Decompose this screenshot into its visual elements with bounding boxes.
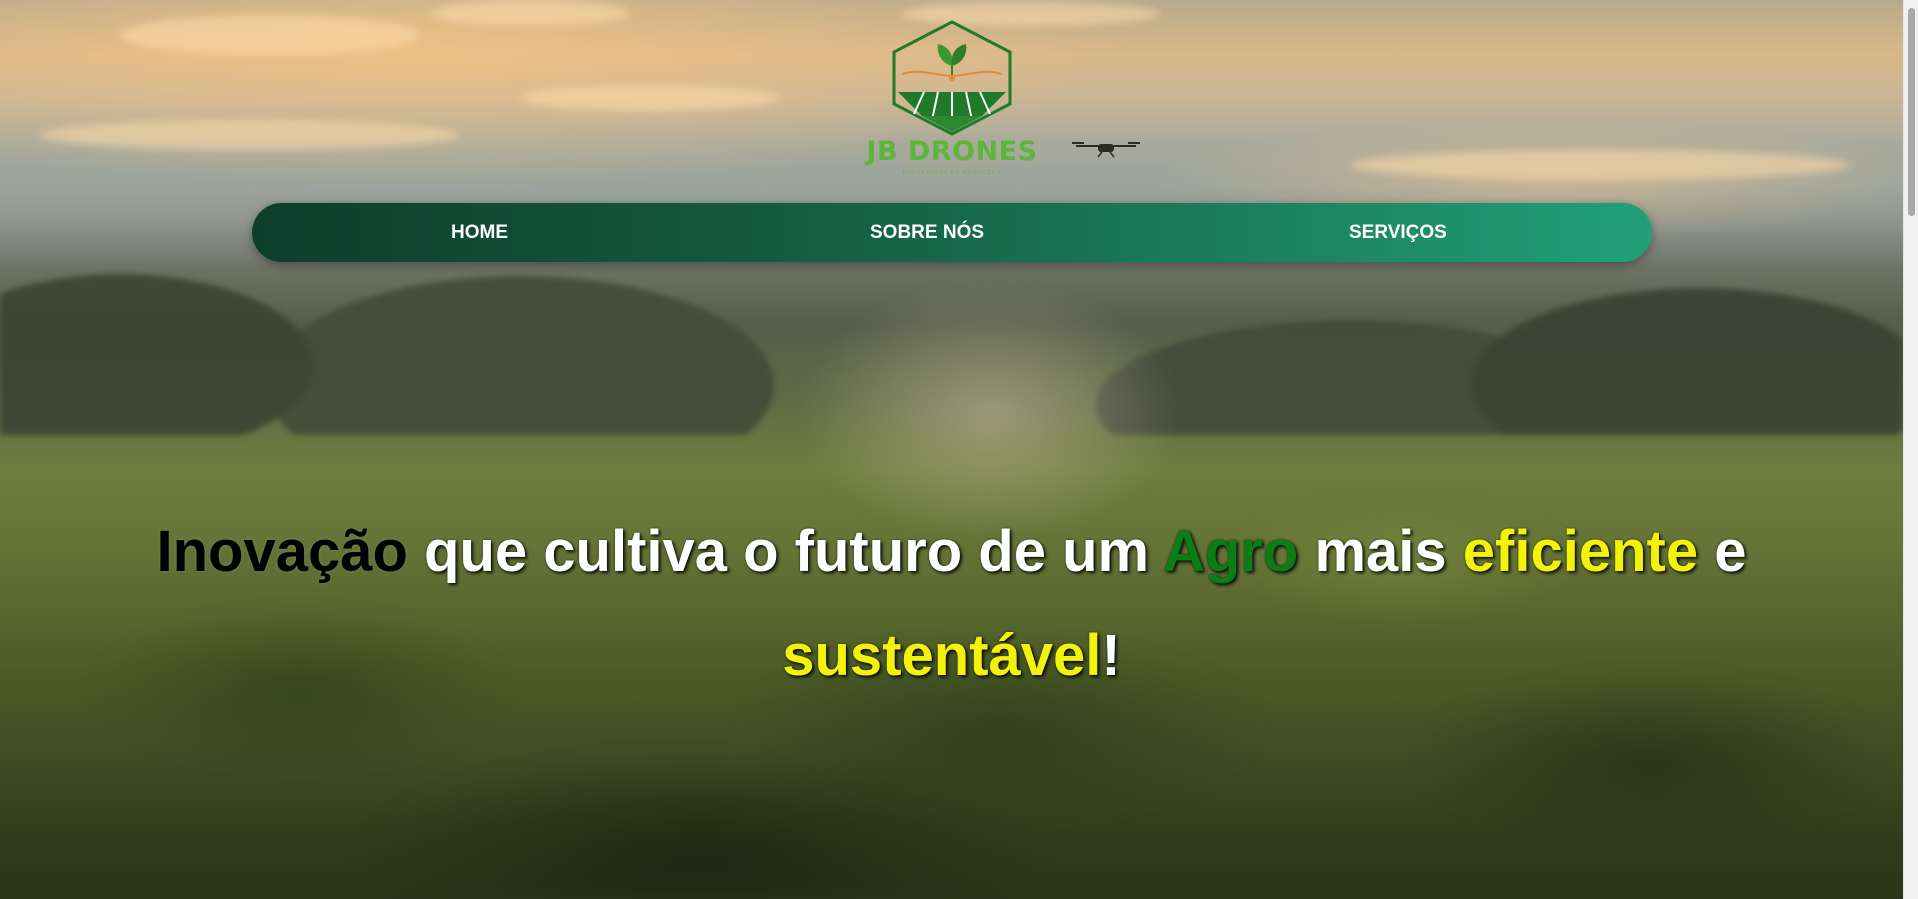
scrollbar-thumb[interactable]: [1908, 8, 1915, 216]
nav-services-link[interactable]: SERVIÇOS: [1349, 203, 1447, 262]
headline-text-1: que cultiva o futuro de um: [407, 519, 1164, 584]
page-viewport: JB DRONES PULVERIZAÇÃO AGRÍCOLA HOME SOB…: [0, 0, 1918, 899]
headline-text-2: mais: [1298, 519, 1463, 584]
hero-headline: Inovação que cultiva o futuro de um Agro…: [0, 500, 1903, 708]
drone-icon: [1072, 142, 1140, 158]
headline-text-3: e: [1698, 519, 1747, 584]
cloud: [120, 15, 420, 55]
logo-wordmark: JB DRONES: [866, 136, 1038, 167]
page-scrollbar[interactable]: [1903, 0, 1918, 899]
cloud: [520, 85, 780, 111]
headline-exclamation: !: [1101, 623, 1121, 688]
nav-home-link[interactable]: HOME: [451, 203, 508, 262]
site-logo[interactable]: JB DRONES PULVERIZAÇÃO AGRÍCOLA: [862, 18, 1042, 178]
headline-word-eficiente: eficiente: [1462, 519, 1699, 584]
logo-tagline: PULVERIZAÇÃO AGRÍCOLA: [902, 170, 1002, 176]
headline-word-inovacao: Inovação: [156, 519, 408, 584]
drone-leaf-field-icon: [892, 20, 1012, 136]
headline-word-sustentavel: sustentável: [782, 623, 1102, 688]
cloud: [430, 0, 630, 26]
main-navbar: HOME SOBRE NÓS SERVIÇOS: [252, 203, 1652, 262]
headline-word-agro: Agro: [1163, 519, 1299, 584]
nav-about-link[interactable]: SOBRE NÓS: [870, 203, 984, 262]
cloud: [40, 120, 460, 150]
